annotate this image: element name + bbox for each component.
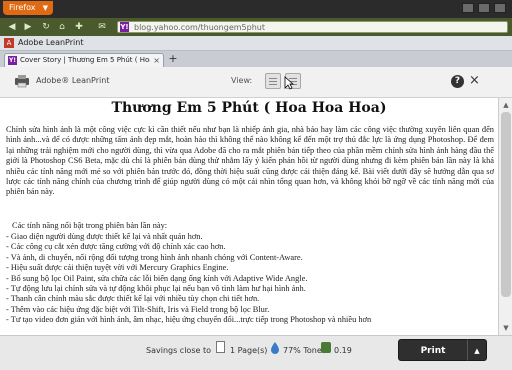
page-icon xyxy=(216,341,225,353)
leanprint-logo-icon xyxy=(15,75,29,88)
url-bar[interactable]: Y! blog.yahoo.com/thuongem5phut xyxy=(117,21,508,33)
money-saved: 0.19 xyxy=(334,346,352,355)
url-text[interactable]: blog.yahoo.com/thuongem5phut xyxy=(134,22,265,33)
list-item: - Thêm vào các hiệu ứng đặc biệt với Til… xyxy=(6,304,270,314)
list-item: - Tự động lưu lại chỉnh sửa và tự động k… xyxy=(6,284,306,294)
bookmark-adobe-leanprint[interactable]: Adobe LeanPrint xyxy=(18,36,83,50)
help-button[interactable]: ? xyxy=(451,75,464,88)
view-single-page-button[interactable] xyxy=(265,73,281,89)
tab-label: Cover Story | Thương Em 5 Phút ( Hoa H..… xyxy=(20,56,150,64)
list-item: - Thanh cân chỉnh màu sắc được thiết kế … xyxy=(6,294,260,304)
maximize-button[interactable] xyxy=(478,3,490,13)
money-icon xyxy=(321,342,331,353)
adobe-icon: A xyxy=(4,38,14,48)
navigation-bar: ◀ ▶ ↻ ⌂ ✚ ✉ Y! blog.yahoo.com/thuongem5p… xyxy=(0,18,512,36)
pages-saved: 1 Page(s) xyxy=(230,346,268,355)
print-options-button[interactable]: ▲ xyxy=(467,339,487,361)
list-item: - Và ảnh, di chuyển, nối rộng đối tượng … xyxy=(6,252,303,262)
tab-cover-story[interactable]: Y! Cover Story | Thương Em 5 Phút ( Hoa … xyxy=(4,53,164,67)
scroll-up-icon[interactable]: ▲ xyxy=(500,99,512,111)
leanprint-panel: Adobe® LeanPrint View: ? × Thương Em 5 P… xyxy=(0,67,512,370)
document-paragraph: Chỉnh sửa hình ảnh là một công việc cực … xyxy=(6,125,494,197)
scroll-down-icon[interactable]: ▼ xyxy=(500,322,512,334)
back-icon[interactable]: ◀ xyxy=(6,21,18,33)
print-preview: Thương Em 5 Phút ( Hoa Hoa Hoa) Chỉnh sử… xyxy=(0,98,498,335)
title-bar: Firefox ▼ xyxy=(0,0,512,18)
site-favicon-icon: Y! xyxy=(120,22,129,32)
addon-icon[interactable]: ✚ xyxy=(73,21,85,33)
savings-label: Savings close to xyxy=(146,346,211,355)
leanprint-toolbar-icon[interactable]: ✉ xyxy=(96,21,108,33)
reload-icon[interactable]: ↻ xyxy=(40,21,52,33)
view-label: View: xyxy=(231,76,253,85)
bookmarks-bar: A Adobe LeanPrint xyxy=(0,36,512,51)
tab-bar: Y! Cover Story | Thương Em 5 Phút ( Hoa … xyxy=(0,51,512,67)
leanprint-footer: Savings close to 1 Page(s) 77% Toner 0.1… xyxy=(0,335,512,370)
forward-icon[interactable]: ▶ xyxy=(22,21,34,33)
features-list: - Giao diện người dùng được thiết kế lại… xyxy=(6,232,494,326)
features-intro: Các tính năng nổi bật trong phiên bản lầ… xyxy=(12,221,168,230)
leanprint-brand: Adobe® LeanPrint xyxy=(36,76,110,85)
toner-saved: 77% Toner xyxy=(283,346,326,355)
home-icon[interactable]: ⌂ xyxy=(56,21,68,33)
new-tab-button[interactable]: + xyxy=(167,53,179,65)
list-item: - Tư tạo video đơn giản với hình ảnh, âm… xyxy=(6,315,372,325)
close-window-button[interactable] xyxy=(494,3,506,13)
tab-favicon-icon: Y! xyxy=(8,56,17,65)
leanprint-header: Adobe® LeanPrint View: ? × xyxy=(0,67,512,98)
toner-drop-icon xyxy=(271,342,279,354)
list-item: - Hiệu suất được cải thiện tuyệt vời với… xyxy=(6,263,229,273)
vertical-scrollbar[interactable]: ▲ ▼ xyxy=(498,98,512,335)
close-leanprint-button[interactable]: × xyxy=(469,73,480,88)
mouse-cursor-icon xyxy=(284,76,294,90)
list-item: - Giao diện người dùng được thiết kế lại… xyxy=(6,232,203,241)
chevron-down-icon: ▼ xyxy=(42,4,48,12)
list-item: - Bổ sung bộ lọc Oil Paint, sửa chữa các… xyxy=(6,273,308,283)
print-button[interactable]: Print xyxy=(398,339,468,361)
document-title: Thương Em 5 Phút ( Hoa Hoa Hoa) xyxy=(111,100,387,116)
list-item: - Các công cụ cắt xén được tăng cường vớ… xyxy=(6,242,226,252)
firefox-menu-button[interactable]: Firefox ▼ xyxy=(3,1,53,15)
tab-close-icon[interactable]: × xyxy=(153,54,160,67)
scrollbar-thumb[interactable] xyxy=(501,112,511,297)
minimize-button[interactable] xyxy=(462,3,474,13)
window-controls xyxy=(462,3,506,13)
firefox-menu-label: Firefox xyxy=(9,3,36,12)
